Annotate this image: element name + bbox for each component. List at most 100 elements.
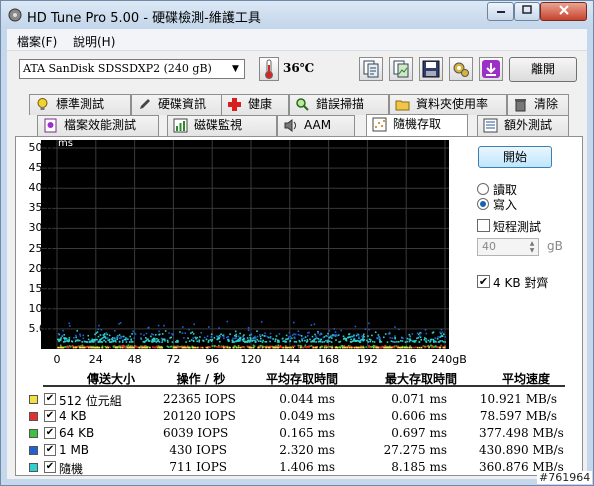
scatter-point (261, 341, 264, 343)
close-button[interactable] (540, 2, 587, 21)
drive-select[interactable]: ATA SanDisk SDSSDXP2 (240 gB) ▼ (19, 59, 245, 79)
start-button[interactable]: 開始 (478, 146, 552, 168)
spinner-icon[interactable]: ▲ ▼ (527, 240, 537, 254)
tab-disk-monitor[interactable]: 磁碟監視 (167, 115, 277, 136)
scatter-point (219, 346, 221, 348)
save-button[interactable] (419, 57, 443, 81)
tab-aam[interactable]: AAM (277, 115, 355, 136)
y-axis-unit: ms (58, 138, 73, 149)
tab-health[interactable]: 健康 (221, 94, 289, 115)
tab-file-benchmark[interactable]: 檔案效能測試 (37, 115, 159, 136)
short-test-checkbox[interactable] (477, 219, 490, 232)
maximize-button[interactable] (514, 2, 540, 21)
scatter-point (374, 331, 377, 333)
scatter-point (181, 332, 184, 334)
scatter-point (255, 337, 257, 340)
menu-help[interactable]: 說明(H) (73, 33, 115, 50)
scatter-point (371, 340, 374, 343)
scatter-point (169, 337, 171, 339)
scatter-point (297, 344, 300, 347)
scatter-point (289, 337, 292, 340)
tab-error-scan[interactable]: 錯誤掃描 (289, 94, 389, 115)
scatter-point (177, 340, 179, 342)
scatter-point (321, 341, 324, 343)
application-window: HD Tune Pro 5.00 - 硬碟檢測-維護工具 檔案(F) 說明(H)… (0, 0, 594, 486)
scatter-point (355, 346, 358, 349)
scatter-point (207, 339, 210, 342)
scatter-point (157, 324, 160, 327)
scatter-point (304, 339, 306, 342)
copy-screenshot-button[interactable] (389, 57, 413, 81)
scatter-point (306, 335, 309, 337)
exit-button[interactable]: 離開 (509, 57, 577, 82)
scatter-point (314, 346, 317, 349)
series-checkbox[interactable]: ✔ (44, 410, 56, 422)
x-tick-label: 24 (88, 353, 103, 366)
scatter-point (71, 340, 74, 343)
scatter-point (118, 341, 121, 343)
tab-label: 標準測試 (56, 97, 105, 111)
series-checkbox[interactable]: ✔ (44, 461, 56, 473)
scatter-point (435, 341, 437, 343)
scatter-point (198, 340, 200, 343)
scatter-point (249, 334, 252, 336)
scatter-point (260, 337, 262, 340)
scatter-point (396, 341, 398, 343)
scatter-point (62, 329, 64, 332)
copy-text-button[interactable] (359, 57, 383, 81)
tab-random-access[interactable]: 隨機存取 (366, 114, 468, 136)
scatter-point (100, 329, 103, 331)
title-bar[interactable]: HD Tune Pro 5.00 - 硬碟檢測-維護工具 (1, 1, 593, 29)
scatter-point (156, 338, 158, 340)
scatter-point (285, 346, 287, 349)
scatter-point (68, 337, 71, 339)
menu-file[interactable]: 檔案(F) (17, 33, 57, 50)
scatter-point (315, 335, 317, 337)
scatter-point (121, 341, 124, 343)
download-button[interactable] (479, 57, 503, 81)
scatter-point (218, 337, 220, 340)
scatter-point (439, 346, 441, 349)
scatter-point (285, 338, 287, 340)
scatter-point (239, 332, 241, 335)
series-checkbox[interactable]: ✔ (44, 444, 56, 456)
tab-label: 健康 (248, 97, 273, 111)
scatter-point (185, 341, 187, 343)
chevron-down-icon[interactable]: ▼ (228, 61, 243, 77)
minimize-button[interactable] (487, 2, 514, 21)
scatter-point (266, 336, 269, 338)
scatter-point (68, 340, 70, 343)
scatter-point (418, 346, 421, 349)
scatter-point (434, 345, 437, 347)
tab-extra-tests[interactable]: 額外測試 (477, 115, 569, 136)
scatter-point (259, 334, 261, 336)
scatter-point (183, 337, 185, 339)
write-radio[interactable] (477, 198, 489, 210)
tab-erase[interactable]: 清除 (507, 94, 569, 115)
scatter-point (346, 346, 348, 349)
scatter-point (400, 340, 402, 342)
align-4kb-checkbox[interactable]: ✔ (477, 275, 490, 288)
scatter-point (312, 346, 315, 349)
scatter-point (343, 345, 346, 347)
scatter-point (68, 322, 71, 325)
options-button[interactable] (449, 57, 473, 81)
series-checkbox[interactable]: ✔ (44, 427, 56, 439)
scatter-point (164, 330, 167, 332)
tab-label: 錯誤掃描 (316, 97, 365, 111)
scatter-point (73, 346, 75, 349)
series-checkbox[interactable]: ✔ (44, 393, 56, 405)
scatter-point (269, 337, 272, 339)
scatter-point (307, 346, 309, 348)
tab-folder-usage[interactable]: 資料夾使用率 (389, 94, 507, 115)
scatter-point (274, 338, 277, 340)
test-size-input[interactable]: 40 ▲ ▼ (477, 238, 539, 256)
tab-benchmark[interactable]: 標準測試 (29, 94, 131, 115)
max-access-cell: 0.606 ms (391, 409, 447, 423)
scatter-point (291, 334, 294, 336)
x-tick-label: 0 (53, 353, 61, 366)
read-radio[interactable] (477, 183, 489, 195)
scatter-point (120, 337, 122, 339)
scatter-point (294, 333, 297, 336)
scatter-point (63, 334, 65, 336)
